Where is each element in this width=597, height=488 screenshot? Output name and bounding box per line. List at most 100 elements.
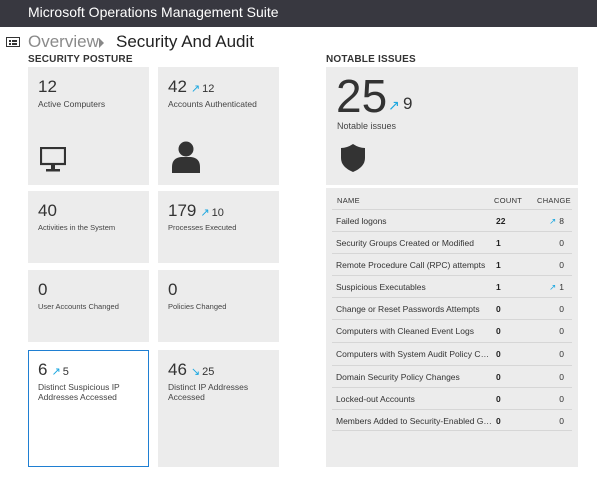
trend-up-icon: ↗	[51, 366, 61, 378]
tile-value: 0	[38, 280, 48, 299]
tile-accounts-authenticated[interactable]: 42 ↗ 12 Accounts Authenticated	[158, 67, 279, 185]
column-header-change[interactable]: CHANGE	[537, 196, 571, 205]
tile-label: Activities in the System	[38, 223, 116, 232]
tile-label: Policies Changed	[168, 302, 227, 311]
notable-issues-value: 25	[336, 70, 388, 122]
tile-label: Distinct Suspicious IP Addresses Accesse…	[38, 382, 120, 402]
table-row[interactable]: Members Added to Security-Enabled Gro...…	[332, 409, 572, 431]
row-name: Change or Reset Passwords Attempts	[336, 304, 480, 314]
row-name: Suspicious Executables	[336, 282, 426, 292]
row-change-value: 0	[559, 238, 564, 248]
chevron-right-icon	[99, 38, 104, 48]
page-title: Security And Audit	[116, 32, 254, 51]
tile-value: 42	[168, 77, 187, 96]
row-change: 0	[538, 260, 564, 270]
tile-delta: 10	[211, 207, 224, 219]
shield-icon	[341, 144, 365, 172]
tile-value: 46	[168, 360, 187, 379]
tile-value-wrap: 46 ↘ 25	[168, 360, 214, 380]
tile-label: Processes Executed	[168, 223, 237, 232]
row-count: 1	[496, 282, 501, 292]
row-change: ↗ 1	[538, 282, 564, 293]
row-change: 0	[538, 394, 564, 404]
table-row[interactable]: Domain Security Policy Changes 0 0	[332, 365, 572, 387]
table-row[interactable]: Security Groups Created or Modified 1 0	[332, 231, 572, 253]
notable-issues-tile[interactable]: 25 ↗ 9 Notable issues	[326, 67, 578, 185]
row-change-value: 8	[559, 216, 564, 226]
row-count: 1	[496, 238, 501, 248]
column-header-count[interactable]: COUNT	[494, 196, 522, 205]
tile-delta: 25	[202, 366, 215, 378]
tile-value: 6	[38, 360, 48, 379]
trend-up-icon: ↗	[190, 83, 201, 95]
tile-label: User Accounts Changed	[38, 302, 119, 311]
trend-up-icon: ↗	[549, 282, 557, 292]
row-change-value: 1	[559, 282, 564, 292]
tile-value: 179	[168, 201, 197, 220]
row-change-value: 0	[559, 416, 564, 426]
row-count: 0	[496, 394, 501, 404]
row-name: Locked-out Accounts	[336, 394, 415, 404]
notable-issues-delta: 9	[403, 94, 413, 113]
row-change: 0	[538, 238, 564, 248]
row-name: Remote Procedure Call (RPC) attempts	[336, 260, 486, 270]
table-row[interactable]: Computers with Cleaned Event Logs 0 0	[332, 319, 572, 341]
top-bar: Microsoft Operations Management Suite	[0, 0, 597, 27]
table-row[interactable]: Failed logons 22 ↗ 8	[332, 209, 572, 231]
tile-label: Active Computers	[38, 99, 106, 109]
person-icon	[172, 141, 200, 173]
notable-issues-title: NOTABLE ISSUES	[326, 54, 416, 65]
row-change-value: 0	[559, 260, 564, 270]
tile-value-wrap: 179 ↗ 10	[168, 201, 224, 221]
tile-user-accounts-changed[interactable]: 0 User Accounts Changed	[28, 270, 149, 342]
row-change-value: 0	[559, 372, 564, 382]
tile-activities-in-system[interactable]: 40 Activities in the System	[28, 191, 149, 263]
tile-distinct-ip[interactable]: 46 ↘ 25 Distinct IP Addresses Accessed	[158, 350, 279, 467]
table-row[interactable]: Change or Reset Passwords Attempts 0 0	[332, 297, 572, 319]
row-count: 0	[496, 349, 501, 359]
row-change: 0	[538, 372, 564, 382]
tile-value-wrap: 0	[38, 280, 47, 300]
table-row[interactable]: Suspicious Executables 1 ↗ 1	[332, 275, 572, 297]
row-change: ↗ 8	[538, 216, 564, 227]
tile-delta: 5	[62, 366, 69, 378]
row-count: 0	[496, 326, 501, 336]
table-row[interactable]: Remote Procedure Call (RPC) attempts 1 0	[332, 253, 572, 275]
row-change-value: 0	[559, 349, 564, 359]
tile-policies-changed[interactable]: 0 Policies Changed	[158, 270, 279, 342]
row-name: Security Groups Created or Modified	[336, 238, 474, 248]
tile-label: Accounts Authenticated	[168, 99, 257, 109]
row-change-value: 0	[559, 394, 564, 404]
breadcrumb-overview-link[interactable]: Overview	[28, 32, 99, 52]
trend-up-icon: ↗	[200, 207, 210, 219]
table-row[interactable]: Locked-out Accounts 0 0	[332, 387, 572, 409]
row-name: Failed logons	[336, 216, 387, 226]
tile-value-wrap: 0	[168, 280, 177, 300]
breadcrumb: Overview Security And Audit	[0, 31, 597, 53]
row-count: 1	[496, 260, 501, 270]
tile-delta: 12	[202, 83, 215, 95]
table-row[interactable]: Computers with System Audit Policy Chan.…	[332, 342, 572, 364]
trend-up-icon: ↗	[388, 97, 400, 113]
tile-distinct-suspicious-ip[interactable]: 6 ↗ 5 Distinct Suspicious IP Addresses Acc…	[28, 350, 149, 467]
security-posture-title: SECURITY POSTURE	[28, 54, 133, 65]
row-count: 0	[496, 304, 501, 314]
menu-icon[interactable]	[6, 37, 20, 47]
row-count: 0	[496, 372, 501, 382]
tile-processes-executed[interactable]: 179 ↗ 10 Processes Executed	[158, 191, 279, 263]
monitor-icon	[40, 147, 66, 172]
app-title: Microsoft Operations Management Suite	[28, 4, 279, 20]
row-change: 0	[538, 304, 564, 314]
tile-value-wrap: 40	[38, 201, 57, 221]
notable-issues-table: NAME COUNT CHANGE Failed logons 22 ↗ 8 Se…	[326, 188, 578, 467]
row-change: 0	[538, 326, 564, 336]
column-header-name[interactable]: NAME	[337, 196, 360, 205]
row-count: 0	[496, 416, 501, 426]
trend-up-icon: ↗	[549, 216, 557, 226]
tile-value-wrap: 6 ↗ 5	[38, 360, 69, 380]
tile-active-computers[interactable]: 12 Active Computers	[28, 67, 149, 185]
tile-value: 0	[168, 280, 178, 299]
table-header: NAME COUNT CHANGE	[326, 188, 578, 210]
tile-value-wrap: 12	[38, 77, 57, 97]
row-name: Computers with System Audit Policy Chan.…	[336, 349, 492, 359]
